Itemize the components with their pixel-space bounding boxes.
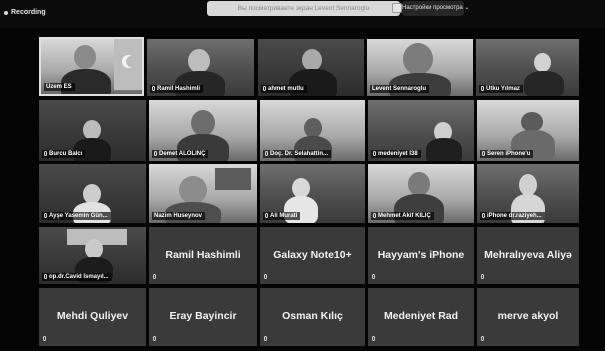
participant-name: Mehralıyeva Aliyə (484, 249, 572, 261)
share-status-icon (392, 3, 402, 13)
mic-muted-icon (263, 86, 266, 91)
participant-tile[interactable]: Levent Sennaroglu (367, 39, 473, 96)
participant-video (302, 49, 322, 71)
participant-tile[interactable]: op.dr.Cavid İsmayıl... (39, 227, 146, 284)
screen-share-banner: Вы посматриваете экран Levent Sennaroglu (207, 1, 400, 16)
participant-tile[interactable]: merve akyol (477, 288, 579, 346)
mic-muted-icon (481, 336, 484, 341)
participant-tile[interactable]: Medeniyet Rad (368, 288, 474, 346)
mic-muted-icon (265, 213, 268, 218)
mic-muted-icon (373, 213, 376, 218)
mic-muted-icon (44, 151, 47, 156)
participant-name: Mehdi Quliyev (56, 310, 129, 322)
mic-muted-icon (481, 86, 484, 91)
participant-tile[interactable]: Nazim Huseynov (149, 164, 257, 223)
participant-tile[interactable]: Doç. Dr. Selahattin... (260, 100, 365, 161)
participant-tile[interactable]: Osman Kılıç (260, 288, 365, 346)
participant-video (519, 174, 537, 196)
participant-tile[interactable]: Uzem ES (39, 37, 144, 96)
participant-video (292, 178, 310, 198)
participant-tile[interactable]: Eray Bayincir (149, 288, 257, 346)
mic-muted-icon (264, 274, 267, 279)
mic-muted-icon (152, 86, 155, 91)
participant-name: Galaxy Note10+ (273, 249, 352, 261)
participant-name: merve akyol (497, 310, 559, 322)
participant-tile[interactable]: Demet ALOLINÇ (149, 100, 257, 161)
participant-video (85, 239, 103, 259)
mic-muted-icon (153, 274, 156, 279)
participant-tile[interactable]: Seren iPhone'u (477, 100, 579, 161)
participant-tile[interactable]: Burcu Balcı (39, 100, 146, 161)
participant-name: ahmet mutlu (261, 85, 307, 93)
participant-video (408, 172, 430, 196)
mic-muted-icon (44, 213, 47, 218)
turkish-flag (114, 39, 142, 90)
mic-muted-icon (372, 274, 375, 279)
participant-video (74, 45, 96, 69)
mic-muted-icon (373, 151, 376, 156)
mic-muted-icon (44, 274, 47, 279)
participant-video (191, 110, 215, 136)
participant-name: Doç. Dr. Selahattin... (263, 150, 332, 158)
crescent-icon (122, 55, 137, 68)
participant-tile[interactable]: Ayşe Yasemin Gün... (39, 164, 146, 223)
participant-name: Eray Bayincir (169, 310, 237, 322)
recording-label: Recording (11, 9, 46, 16)
participant-name: iPhone dr.raziyeh... (480, 212, 545, 220)
mic-muted-icon (154, 151, 157, 156)
participant-name: Hayyam's iPhone (377, 249, 465, 261)
participant-name: Osman Kılıç (282, 310, 343, 322)
participant-tile[interactable]: Ramil Hashimli (147, 39, 254, 96)
participant-name: Nazim Huseynov (152, 212, 206, 220)
participant-tile[interactable]: Mehmet Akif KILIÇ (368, 164, 474, 223)
mic-muted-icon (153, 336, 156, 341)
participant-video (521, 112, 543, 132)
recording-dot-icon (4, 10, 8, 15)
participant-video (188, 49, 210, 73)
participant-tile[interactable]: Mehralıyeva Aliyə (477, 227, 579, 284)
participant-name: Uzem ES (44, 83, 75, 91)
participant-video (304, 118, 322, 138)
participant-tile[interactable]: Utku Yılmaz (476, 39, 579, 96)
recording-indicator: Recording (4, 9, 46, 16)
participant-name: Utku Yılmaz (479, 85, 523, 93)
meeting-toolbar: Recording Вы посматриваете экран Levent … (0, 0, 605, 28)
participant-name: Mehmet Akif KILIÇ (371, 212, 434, 220)
participant-name: Ali Murati (263, 212, 301, 220)
mic-muted-icon (482, 151, 485, 156)
participant-video (83, 184, 101, 204)
mic-muted-icon (265, 151, 268, 156)
participant-tile[interactable]: ahmet mutlu (258, 39, 364, 96)
participant-name: Levent Sennaroglu (370, 85, 430, 93)
mic-muted-icon (43, 336, 46, 341)
participant-name: Ayşe Yasemin Gün... (42, 212, 111, 220)
participant-name: Ramil Hashimli (165, 249, 241, 261)
mic-muted-icon (482, 213, 485, 218)
participant-name: Seren iPhone'u (480, 150, 534, 158)
participant-video (534, 53, 551, 72)
participant-tile[interactable]: Hayyam's iPhone (368, 227, 474, 284)
participant-tile[interactable]: Ali Murati (260, 164, 365, 223)
mic-muted-icon (481, 274, 484, 279)
participant-tile[interactable]: iPhone dr.raziyeh... (477, 164, 579, 223)
view-options-button[interactable]: Настройки просмотра ⌄ (402, 1, 469, 16)
participant-video (179, 176, 207, 204)
mic-muted-icon (372, 336, 375, 341)
mic-muted-icon (264, 336, 267, 341)
participant-name: op.dr.Cavid İsmayıl... (42, 273, 112, 281)
participant-name: Demet ALOLINÇ (152, 150, 209, 158)
participant-name: Medeniyet Rad (383, 310, 459, 322)
participant-name: medeniyet İ38 (371, 150, 421, 158)
participant-video (83, 120, 101, 140)
participant-tile[interactable]: Mehdi Quliyev (39, 288, 146, 346)
participant-tile[interactable]: medeniyet İ38 (368, 100, 474, 161)
participant-name: Burcu Balcı (42, 150, 86, 158)
participant-name: Ramil Hashimli (150, 85, 204, 93)
participant-tile[interactable]: Ramil Hashimli (149, 227, 257, 284)
participant-tile[interactable]: Galaxy Note10+ (260, 227, 365, 284)
participant-video (403, 43, 433, 75)
